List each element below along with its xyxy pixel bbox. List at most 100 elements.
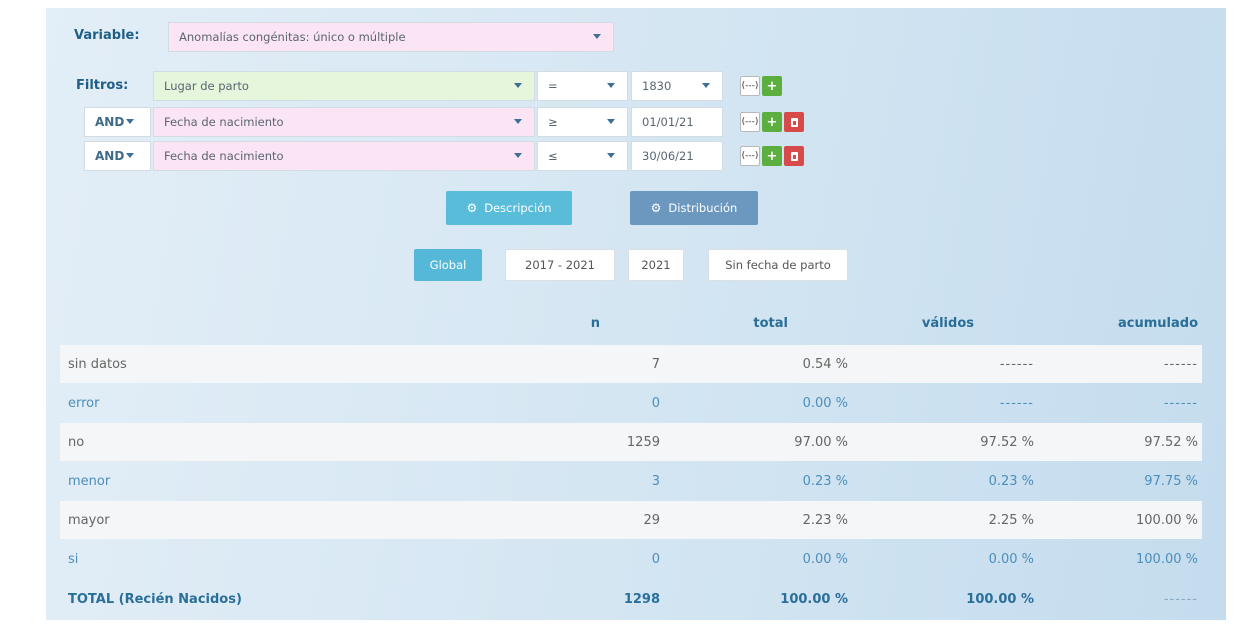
filter-2-operator-select[interactable]: ≥ (537, 107, 628, 137)
tab-2017-2021[interactable]: 2017 - 2021 (505, 249, 615, 281)
filters-label: Filtros: (76, 78, 129, 93)
row-label: no (68, 434, 85, 450)
row-n: 3 (651, 473, 660, 489)
filter-1-operator-value: = (548, 79, 558, 93)
filter-2-conjunction-select[interactable]: AND (84, 107, 151, 137)
filter-2-conjunction-value: AND (95, 115, 125, 129)
row-label: menor (68, 473, 111, 489)
filter-1-field-value: Lugar de parto (164, 79, 249, 93)
filter-2-value: 01/01/21 (642, 115, 694, 129)
filter-3-operator-select[interactable]: ≤ (537, 141, 628, 171)
total-row-n: 1298 (623, 591, 660, 607)
tab-sin-fecha-de-parto[interactable]: Sin fecha de parto (708, 249, 848, 281)
table-row: mayor 29 2.23 % 2.25 % 100.00 % (60, 501, 1202, 539)
add-filter-icon[interactable]: + (762, 76, 782, 96)
row-acumulado: ------ (1163, 356, 1198, 372)
distribution-button[interactable]: ⚙ Distribución (630, 191, 758, 225)
row-acumulado: 97.52 % (1144, 434, 1198, 450)
filter-2-field-value: Fecha de nacimiento (164, 115, 284, 129)
row-validos: 0.23 % (988, 473, 1034, 489)
filter-2-field-select[interactable]: Fecha de nacimiento (153, 107, 535, 137)
row-total: 0.23 % (802, 473, 848, 489)
row-label: si (68, 551, 79, 567)
row-n: 0 (651, 395, 660, 411)
total-row-acumulado: ------ (1163, 591, 1198, 607)
chevron-down-icon (126, 153, 134, 158)
bracket-icon[interactable]: (---) (740, 76, 760, 96)
filter-3-field-value: Fecha de nacimiento (164, 149, 284, 163)
row-n: 0 (651, 551, 660, 567)
tab-global[interactable]: Global (414, 249, 482, 281)
add-filter-icon[interactable]: + (762, 112, 782, 132)
variable-select-value: Anomalías congénitas: único o múltiple (179, 30, 406, 44)
chevron-down-icon (514, 119, 522, 124)
table-row: error 0 0.00 % ------ ------ (60, 384, 1202, 422)
filter-1-operator-select[interactable]: = (537, 71, 628, 101)
header-acumulado: acumulado (1118, 316, 1198, 331)
chevron-down-icon (593, 34, 601, 39)
filter-2-operator-value: ≥ (548, 115, 558, 129)
row-label: mayor (68, 512, 110, 528)
variable-label: Variable: (74, 28, 140, 43)
filter-3-value: 30/06/21 (642, 149, 694, 163)
row-total: 0.00 % (802, 395, 848, 411)
filter-3-conjunction-select[interactable]: AND (84, 141, 151, 171)
row-validos: 97.52 % (980, 434, 1034, 450)
row-acumulado: 97.75 % (1144, 473, 1198, 489)
row-total: 97.00 % (794, 434, 848, 450)
chevron-down-icon (126, 119, 134, 124)
table-row: menor 3 0.23 % 0.23 % 97.75 % (60, 462, 1202, 500)
chevron-down-icon (607, 83, 615, 88)
description-button-label: Descripción (484, 201, 552, 215)
gears-icon: ⚙ (466, 201, 478, 215)
chevron-down-icon (702, 83, 710, 88)
filter-3-operator-value: ≤ (548, 149, 558, 163)
chevron-down-icon (607, 119, 615, 124)
row-label: sin datos (68, 356, 127, 372)
table-row: sin datos 7 0.54 % ------ ------ (60, 345, 1202, 383)
filter-1-value: 1830 (642, 79, 672, 93)
distribution-button-label: Distribución (668, 201, 738, 215)
table-row: si 0 0.00 % 0.00 % 100.00 % (60, 540, 1202, 578)
row-n: 7 (651, 356, 660, 372)
add-filter-icon[interactable]: + (762, 146, 782, 166)
filter-2-value-input[interactable]: 01/01/21 (631, 107, 723, 137)
filter-1-value-select[interactable]: 1830 (631, 71, 723, 101)
row-validos: 0.00 % (988, 551, 1034, 567)
filter-3-field-select[interactable]: Fecha de nacimiento (153, 141, 535, 171)
bracket-icon[interactable]: (---) (740, 112, 760, 132)
filter-3-value-input[interactable]: 30/06/21 (631, 141, 723, 171)
description-button[interactable]: ⚙ Descripción (446, 191, 572, 225)
row-total: 0.00 % (802, 551, 848, 567)
table-row: no 1259 97.00 % 97.52 % 97.52 % (60, 423, 1202, 461)
header-validos: válidos (921, 316, 974, 331)
bracket-icon[interactable]: (---) (740, 146, 760, 166)
filter-3-conjunction-value: AND (95, 149, 125, 163)
table-total-row: TOTAL (Recién Nacidos) 1298 100.00 % 100… (60, 580, 1202, 618)
tab-2021[interactable]: 2021 (628, 249, 684, 281)
row-acumulado: 100.00 % (1136, 551, 1198, 567)
row-n: 1259 (626, 434, 660, 450)
variable-select[interactable]: Anomalías congénitas: único o múltiple (168, 22, 614, 52)
gears-icon: ⚙ (650, 201, 662, 215)
row-validos: ------ (999, 356, 1034, 372)
total-row-label: TOTAL (Recién Nacidos) (68, 591, 242, 607)
row-validos: ------ (999, 395, 1034, 411)
chevron-down-icon (514, 83, 522, 88)
row-label: error (68, 395, 100, 411)
chevron-down-icon (514, 153, 522, 158)
header-n: n (590, 316, 600, 331)
row-acumulado: ------ (1163, 395, 1198, 411)
header-total: total (753, 316, 788, 331)
row-acumulado: 100.00 % (1136, 512, 1198, 528)
trash-icon[interactable] (784, 146, 804, 166)
total-row-validos: 100.00 % (966, 591, 1034, 607)
row-n: 29 (643, 512, 660, 528)
row-validos: 2.25 % (988, 512, 1034, 528)
row-total: 2.23 % (802, 512, 848, 528)
row-total: 0.54 % (802, 356, 848, 372)
chevron-down-icon (607, 153, 615, 158)
filter-1-field-select[interactable]: Lugar de parto (153, 71, 535, 101)
total-row-total: 100.00 % (780, 591, 848, 607)
trash-icon[interactable] (784, 112, 804, 132)
